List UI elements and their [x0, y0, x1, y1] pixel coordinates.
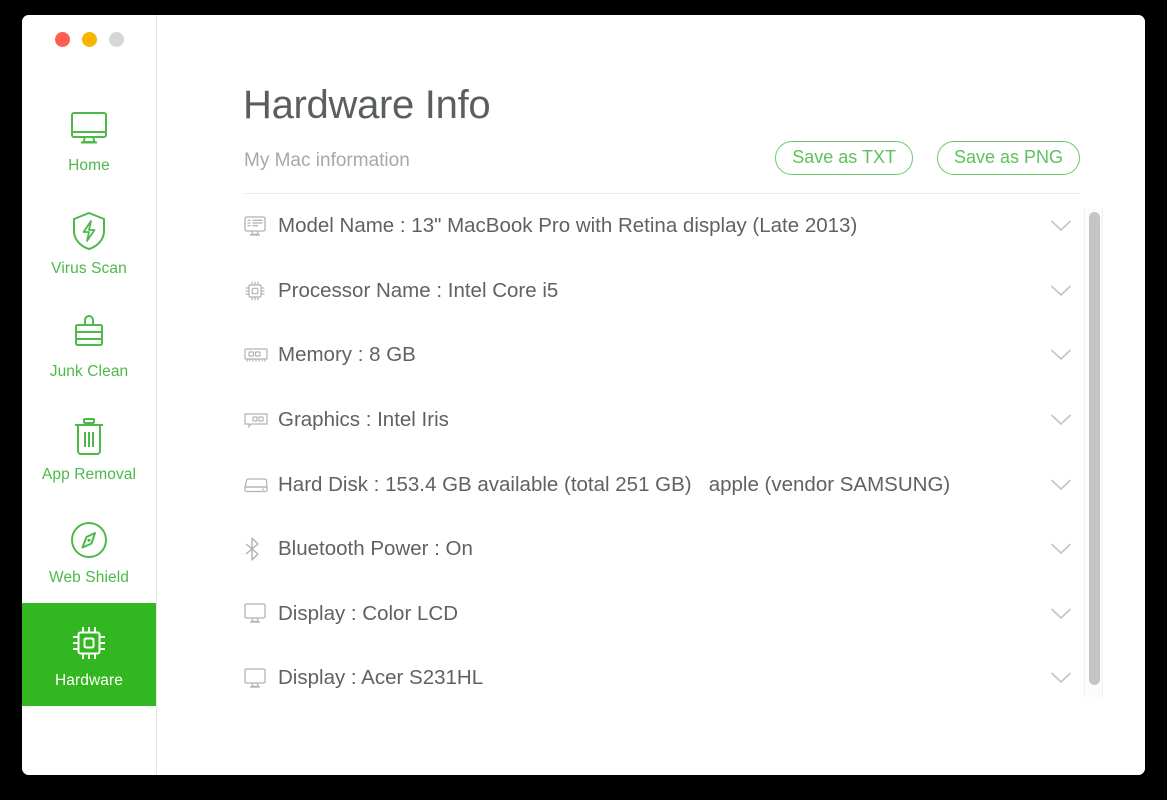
list-item[interactable]: Bluetooth Power : On — [244, 517, 1080, 582]
page-subtitle: My Mac information — [244, 150, 410, 171]
save-as-png-button[interactable]: Save as PNG — [936, 141, 1080, 175]
list-item-text: Display : Acer S231HL — [278, 666, 484, 690]
close-button[interactable] — [55, 32, 70, 47]
chevron-down-icon[interactable] — [1050, 478, 1072, 491]
sidebar-item-label: Hardware — [55, 672, 123, 690]
sidebar-item-home[interactable]: Home — [22, 88, 156, 191]
chevron-down-icon[interactable] — [1050, 349, 1072, 362]
hard-disk-icon — [244, 476, 278, 494]
monitor-text-icon — [244, 216, 278, 237]
memory-icon — [244, 347, 278, 363]
main-content: Hardware Info My Mac information Save as… — [157, 15, 1145, 775]
sidebar-item-label: Virus Scan — [51, 260, 127, 278]
list-item[interactable]: Processor Name : Intel Core i5 — [244, 259, 1080, 324]
chevron-down-icon[interactable] — [1050, 284, 1072, 297]
trash-icon — [72, 414, 106, 460]
display-icon — [244, 668, 278, 689]
sidebar-item-virus-scan[interactable]: Virus Scan — [22, 191, 156, 294]
chevron-down-icon[interactable] — [1050, 220, 1072, 233]
list-item[interactable]: Memory : 8 GB — [244, 323, 1080, 388]
cpu-icon — [244, 280, 278, 302]
list-item[interactable]: Hard Disk : 153.4 GB available (total 25… — [244, 452, 1080, 517]
list-item[interactable]: Model Name : 13" MacBook Pro with Retina… — [244, 194, 1080, 259]
header-actions: Save as TXT Save as PNG — [775, 141, 1080, 175]
brush-icon — [71, 311, 107, 357]
shield-bolt-icon — [71, 208, 107, 254]
scrollbar-thumb[interactable] — [1089, 212, 1100, 685]
page-title: Hardware Info — [243, 83, 491, 127]
chevron-down-icon[interactable] — [1050, 607, 1072, 620]
list-item-text: Processor Name : Intel Core i5 — [278, 278, 559, 302]
sidebar-item-label: App Removal — [41, 466, 137, 484]
bluetooth-icon — [244, 537, 278, 561]
chevron-down-icon[interactable] — [1050, 543, 1072, 556]
list-item-text: Memory : 8 GB — [278, 343, 416, 367]
graphics-card-icon — [244, 412, 278, 429]
app-window: Home Virus Scan Junk Clean App Removal W… — [22, 15, 1145, 775]
list-item-text: Hard Disk : 153.4 GB available (total 25… — [278, 472, 951, 496]
sidebar-item-label: Web Shield — [49, 569, 129, 587]
list-item[interactable]: Graphics : Intel Iris — [244, 388, 1080, 453]
window-controls — [55, 32, 124, 47]
sidebar-nav: Home Virus Scan Junk Clean App Removal W… — [22, 88, 156, 706]
list-scrollbar[interactable] — [1084, 208, 1103, 697]
chevron-down-icon[interactable] — [1050, 672, 1072, 685]
sidebar-item-label: Junk Clean — [49, 363, 129, 381]
maximize-button[interactable] — [109, 32, 124, 47]
save-as-txt-button[interactable]: Save as TXT — [775, 141, 913, 175]
display-icon — [244, 603, 278, 624]
sidebar-item-app-removal[interactable]: App Removal — [22, 397, 156, 500]
cpu-icon — [70, 620, 108, 666]
list-item-text: Bluetooth Power : On — [278, 537, 473, 561]
list-item-text: Model Name : 13" MacBook Pro with Retina… — [278, 214, 858, 238]
list-item[interactable]: Display : Acer S231HL — [244, 646, 1080, 710]
monitor-icon — [69, 105, 109, 151]
compass-icon — [69, 517, 109, 563]
sidebar: Home Virus Scan Junk Clean App Removal W… — [22, 15, 157, 775]
minimize-button[interactable] — [82, 32, 97, 47]
sidebar-item-label: Home — [68, 157, 110, 175]
chevron-down-icon[interactable] — [1050, 414, 1072, 427]
list-item-text: Display : Color LCD — [278, 601, 458, 625]
sidebar-item-web-shield[interactable]: Web Shield — [22, 500, 156, 603]
sidebar-item-hardware[interactable]: Hardware — [22, 603, 156, 706]
hardware-info-list: Model Name : 13" MacBook Pro with Retina… — [244, 193, 1080, 710]
list-item-text: Graphics : Intel Iris — [278, 408, 449, 432]
list-item[interactable]: Display : Color LCD — [244, 582, 1080, 647]
sidebar-item-junk-clean[interactable]: Junk Clean — [22, 294, 156, 397]
